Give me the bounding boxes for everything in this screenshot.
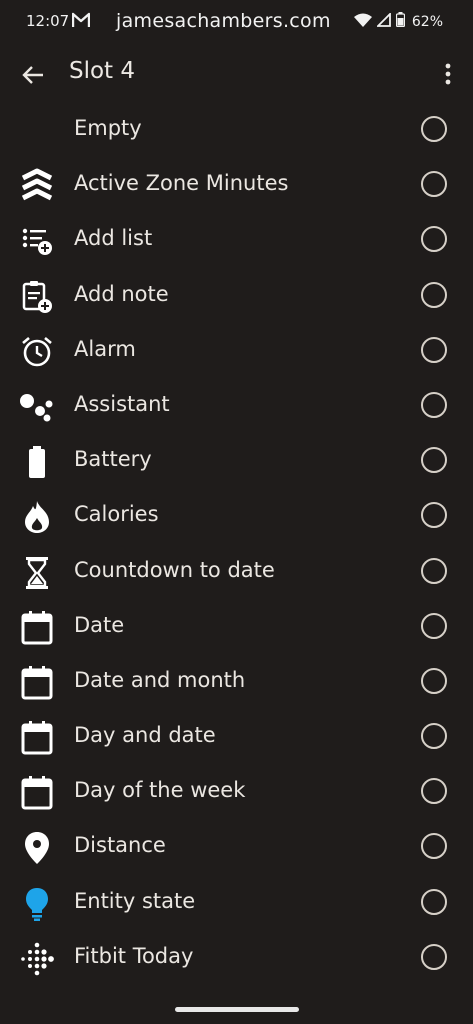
list-item-fitbit-today[interactable]: Fitbit Today bbox=[0, 931, 473, 986]
gmail-icon bbox=[71, 12, 91, 30]
list-item-calories[interactable]: Calories bbox=[0, 489, 473, 544]
item-label: Add list bbox=[74, 226, 153, 251]
list-item-distance[interactable]: Distance bbox=[0, 820, 473, 875]
item-label: Calories bbox=[74, 502, 159, 527]
radio-button[interactable] bbox=[421, 943, 447, 970]
calendar-icon bbox=[18, 776, 56, 810]
item-label: Add note bbox=[74, 281, 169, 306]
wifi-icon bbox=[353, 12, 372, 31]
list-item-add-list[interactable]: Add list bbox=[0, 213, 473, 268]
list-item-day-and-date[interactable]: Day and date bbox=[0, 710, 473, 765]
radio-button[interactable] bbox=[421, 833, 447, 860]
radio-button[interactable] bbox=[421, 447, 447, 474]
list-item-date-and-month[interactable]: Date and month bbox=[0, 655, 473, 710]
item-label: Fitbit Today bbox=[74, 943, 194, 968]
radio-button[interactable] bbox=[421, 723, 447, 750]
item-label: Day and date bbox=[74, 723, 216, 748]
item-label: Countdown to date bbox=[74, 557, 275, 582]
item-label: Entity state bbox=[74, 888, 196, 913]
location-pin-icon bbox=[18, 832, 56, 865]
fitbit-dots-icon bbox=[18, 942, 56, 976]
flame-icon bbox=[18, 501, 56, 534]
item-label: Battery bbox=[74, 447, 152, 472]
radio-button[interactable] bbox=[421, 171, 447, 198]
hourglass-icon bbox=[18, 556, 56, 589]
item-label: Empty bbox=[74, 116, 142, 140]
radio-button[interactable] bbox=[421, 557, 447, 584]
radio-button[interactable] bbox=[421, 502, 447, 529]
battery-icon bbox=[18, 446, 56, 479]
item-label: Date bbox=[74, 612, 125, 637]
radio-button[interactable] bbox=[421, 391, 447, 418]
item-label: Day of the week bbox=[74, 778, 246, 803]
home-indicator[interactable] bbox=[175, 1007, 299, 1012]
back-arrow-icon[interactable] bbox=[18, 60, 48, 90]
item-label: Assistant bbox=[74, 391, 170, 416]
status-time: 12:07 bbox=[26, 12, 70, 30]
calendar-icon bbox=[18, 610, 56, 645]
list-item-battery[interactable]: Battery bbox=[0, 434, 473, 489]
radio-button[interactable] bbox=[421, 888, 447, 915]
page-title: Slot 4 bbox=[69, 58, 136, 84]
radio-button[interactable] bbox=[421, 667, 447, 694]
calendar-icon bbox=[18, 665, 56, 700]
more-options-icon[interactable] bbox=[436, 60, 460, 88]
lightbulb-icon bbox=[18, 887, 56, 921]
item-label: Date and month bbox=[74, 667, 246, 692]
list-item-countdown-to-date[interactable]: Countdown to date bbox=[0, 545, 473, 600]
item-label: Active Zone Minutes bbox=[74, 171, 289, 196]
alarm-icon bbox=[18, 336, 56, 368]
battery-percent: 62% bbox=[411, 13, 443, 30]
status-bar: 12:07 jamesachambers.com 62% bbox=[0, 0, 473, 44]
radio-button[interactable] bbox=[421, 778, 447, 805]
status-icons: 62% bbox=[353, 11, 443, 31]
item-label: Alarm bbox=[74, 336, 136, 361]
watermark: jamesachambers.com bbox=[116, 10, 331, 32]
calendar-icon bbox=[18, 721, 56, 755]
list-item-day-of-the-week[interactable]: Day of the week bbox=[0, 765, 473, 820]
slot-options-list: Empty Active Zone Minutes Add list Add n… bbox=[0, 103, 473, 986]
item-label: Distance bbox=[74, 833, 166, 858]
list-item-assistant[interactable]: Assistant bbox=[0, 379, 473, 434]
list-item-active-zone-minutes[interactable]: Active Zone Minutes bbox=[0, 158, 473, 213]
list-add-icon bbox=[18, 225, 56, 257]
list-item-entity-state[interactable]: Entity state bbox=[0, 876, 473, 931]
radio-button[interactable] bbox=[421, 226, 447, 253]
radio-button[interactable] bbox=[421, 281, 447, 308]
list-item-alarm[interactable]: Alarm bbox=[0, 324, 473, 379]
radio-button[interactable] bbox=[421, 612, 447, 639]
radio-button[interactable] bbox=[421, 336, 447, 363]
list-item-add-note[interactable]: Add note bbox=[0, 269, 473, 324]
battery-status-icon bbox=[395, 12, 405, 31]
note-add-icon bbox=[18, 280, 56, 313]
chevrons-up-icon bbox=[18, 168, 56, 202]
cell-signal-icon bbox=[375, 11, 391, 31]
assistant-icon bbox=[18, 391, 56, 423]
list-item-empty[interactable]: Empty bbox=[0, 103, 473, 158]
list-item-date[interactable]: Date bbox=[0, 600, 473, 655]
app-bar: Slot 4 bbox=[0, 48, 473, 100]
radio-button[interactable] bbox=[421, 116, 447, 142]
